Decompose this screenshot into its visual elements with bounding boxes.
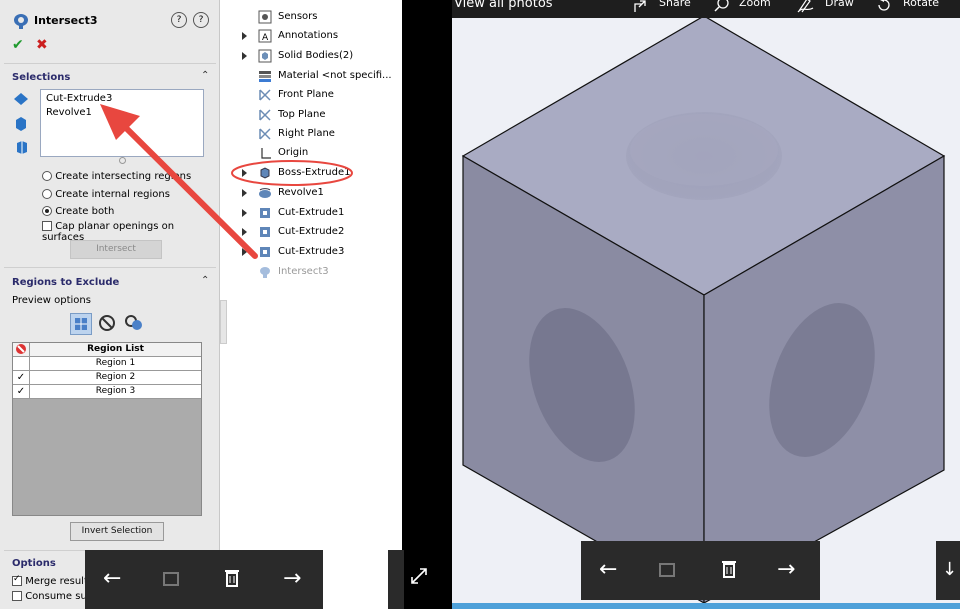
left-nav-overlay: ← → xyxy=(85,550,323,609)
rotate-button[interactable]: Rotate xyxy=(903,0,939,9)
delete-icon[interactable] xyxy=(722,560,736,578)
viewer-nav-overlay: ← → xyxy=(581,541,820,600)
draw-icon[interactable] xyxy=(797,0,815,13)
share-button[interactable]: Share xyxy=(659,0,691,9)
draw-button[interactable]: Draw xyxy=(825,0,854,9)
fullscreen-icon[interactable] xyxy=(409,566,429,586)
viewer-nav-overlay-edge: ↓ xyxy=(936,541,960,600)
annotation-overlay xyxy=(100,104,353,259)
viewer-toolbar: View all photos Share Zoom Draw Rotate xyxy=(452,0,960,18)
cube-image xyxy=(461,15,946,605)
photo-viewer: ← → ↓ xyxy=(452,0,960,609)
previous-arrow-icon[interactable]: ← xyxy=(599,559,617,581)
slideshow-icon[interactable] xyxy=(163,572,179,586)
nav-overlay-edge xyxy=(388,550,404,609)
rotate-icon[interactable] xyxy=(876,0,892,13)
zoom-icon[interactable] xyxy=(714,0,730,13)
zoom-button[interactable]: Zoom xyxy=(739,0,771,9)
highlight-ellipse xyxy=(231,160,353,186)
next-arrow-icon[interactable]: → xyxy=(777,559,795,581)
next-arrow-icon[interactable]: → xyxy=(283,568,301,590)
annotation-arrow-shaft xyxy=(113,115,258,259)
previous-arrow-icon[interactable]: ← xyxy=(103,568,121,590)
share-icon[interactable] xyxy=(633,0,647,12)
delete-icon[interactable] xyxy=(225,569,239,587)
view-all-photos-link[interactable]: View all photos xyxy=(454,0,553,11)
next-arrow-partial-icon[interactable]: ↓ xyxy=(942,559,957,581)
viewer-bottom-accent xyxy=(452,603,960,609)
slideshow-icon[interactable] xyxy=(659,563,675,577)
